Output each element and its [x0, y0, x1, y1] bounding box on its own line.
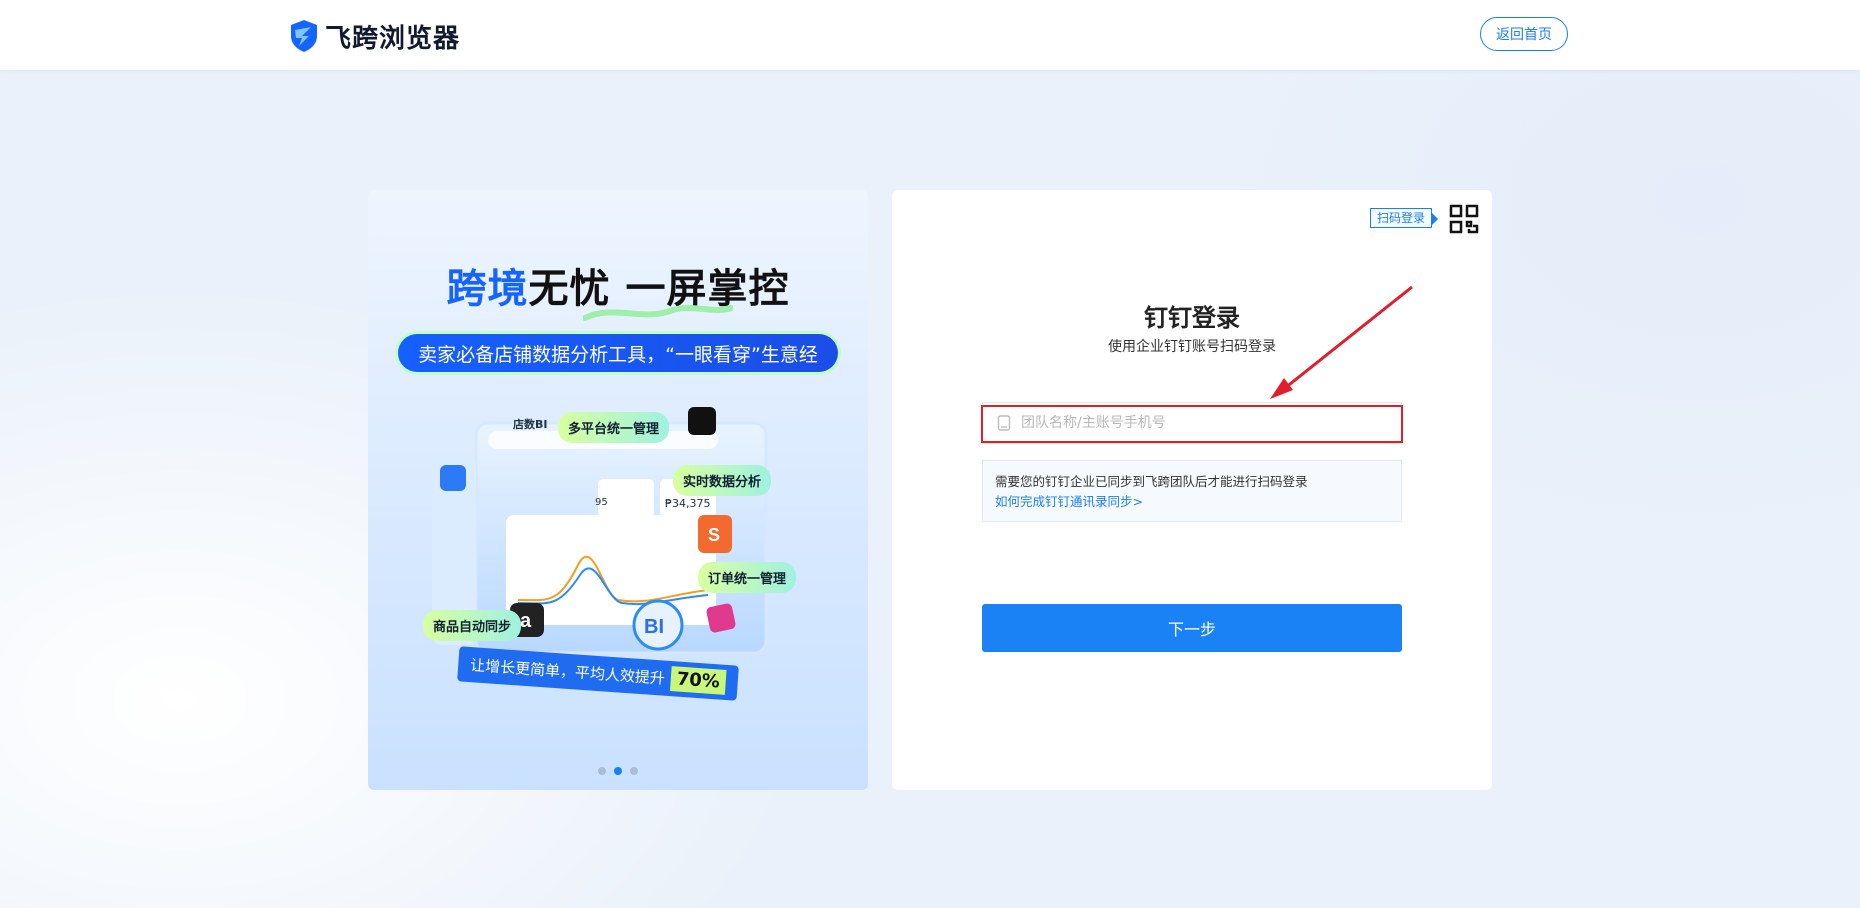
- next-step-button[interactable]: 下一步: [982, 604, 1402, 652]
- shield-logo-icon: [291, 20, 317, 52]
- svg-text:BI: BI: [644, 616, 664, 638]
- brand-logo[interactable]: 飞跨浏览器: [289, 18, 460, 54]
- carousel-dot-2[interactable]: [614, 767, 622, 775]
- carousel-dot-3[interactable]: [630, 767, 638, 775]
- phone-icon: [997, 415, 1011, 431]
- promo-banner: 跨境无忧 一屏掌控 卖家必备店铺数据分析工具，“一眼看穿”生意经 S a BI …: [368, 190, 868, 790]
- headline-swoosh-icon: [583, 305, 733, 321]
- svg-text:S: S: [708, 525, 720, 545]
- stat-orders: 95: [595, 497, 608, 508]
- sync-notice-text: 需要您的钉钉企业已同步到飞跨团队后才能进行扫码登录: [995, 474, 1308, 489]
- svg-text:a: a: [520, 610, 532, 632]
- stat-revenue: ₱34,375: [665, 497, 711, 510]
- dashboard-title: 店数BI: [513, 418, 548, 431]
- tag-order-management: 订单统一管理: [698, 562, 797, 593]
- promo-value: 70%: [669, 666, 727, 695]
- banner-headline-blue: 跨境: [446, 266, 529, 312]
- sync-help-link[interactable]: 如何完成钉钉通讯录同步>: [995, 494, 1143, 509]
- tag-multi-platform: 多平台统一管理: [558, 412, 670, 443]
- login-title: 钉钉登录: [1144, 304, 1240, 332]
- login-subtitle: 使用企业钉钉账号扫码登录: [1108, 339, 1276, 355]
- top-bar: 飞跨浏览器 返回首页: [0, 0, 1860, 70]
- qr-code-icon[interactable]: [1449, 204, 1479, 234]
- team-input-field[interactable]: [981, 402, 1403, 444]
- carousel-dot-1[interactable]: [598, 767, 606, 775]
- banner-pill: 卖家必备店铺数据分析工具，“一眼看穿”生意经: [398, 334, 838, 372]
- tag-realtime-analysis: 实时数据分析: [673, 465, 772, 496]
- qr-login-label[interactable]: 扫码登录: [1370, 208, 1439, 228]
- carousel-dots: [368, 767, 868, 775]
- promo-text: 让增长更简单，平均人效提升: [469, 656, 666, 688]
- team-name-input[interactable]: [1019, 414, 1383, 432]
- sync-notice: 需要您的钉钉企业已同步到飞跨团队后才能进行扫码登录 如何完成钉钉通讯录同步>: [982, 460, 1402, 522]
- back-home-button[interactable]: 返回首页: [1480, 17, 1568, 51]
- tag-product-sync: 商品自动同步: [423, 610, 522, 641]
- brand-name: 飞跨浏览器: [325, 23, 461, 54]
- login-card: 扫码登录 钉钉登录 使用企业钉钉账号扫码登录 需要您的钉钉企业已同步到飞跨团队后…: [892, 190, 1492, 790]
